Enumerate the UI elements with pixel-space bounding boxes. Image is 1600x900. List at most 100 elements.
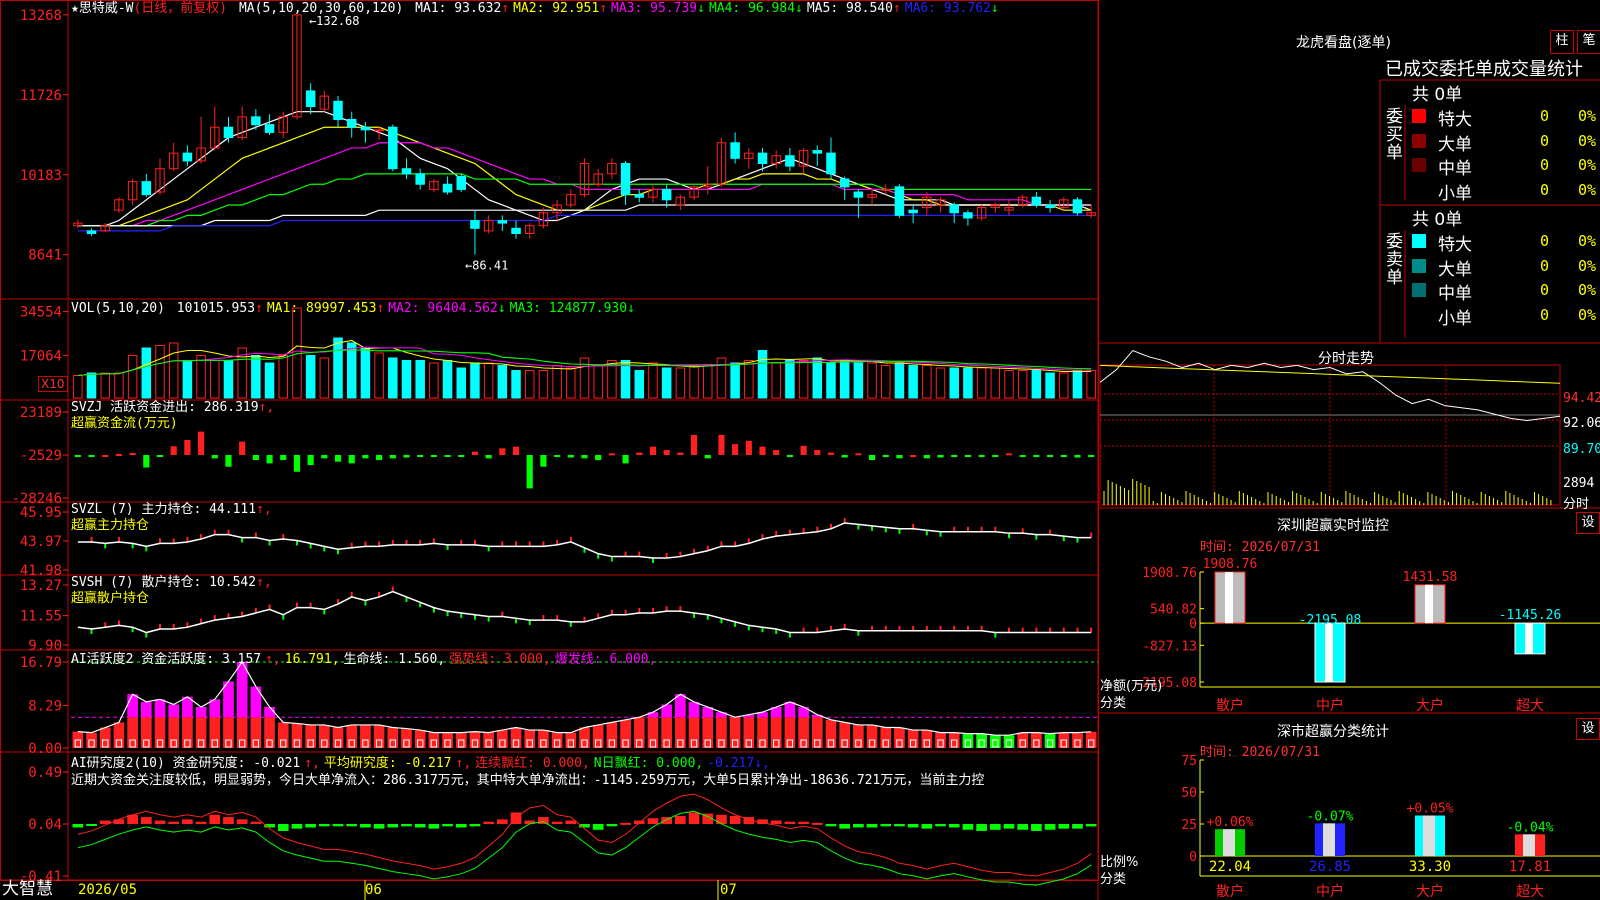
ai-hyd-header: AI活跃度2 资金活跃度: 3.157 ↑, 16.791, 生命线: 1.560, 强… [71,652,656,668]
volume-bar [744,360,754,399]
volume-bar [360,347,371,399]
vol-unit-badge[interactable]: X10 [38,376,68,392]
classify-time: 时间: 2026/07/31 [1200,745,1320,760]
intraday-tag[interactable]: 分时 [1563,493,1589,512]
ma-arrow-5: ↑ [892,1,901,16]
yjd-bar [401,824,412,827]
volume-bar [963,367,973,399]
classify-bar-散户 [1215,829,1245,856]
volume-bar [374,352,384,399]
ma-arrow-3: ↓ [697,1,705,16]
volume-bar [182,360,193,399]
ai-yjd-values: AI研究度2(10) 资金研究度: -0.021 ↑, 平均研究度: -0.217 ↑… [71,756,770,771]
vol-arrow-3: ↓ [497,301,506,316]
svzj-header: SVZJ 活跃资金进出: 286.319↑, 超赢资金流(万元) [71,400,274,432]
hyd-bar [291,723,303,748]
svzj-bar [690,434,698,456]
volume-bar [346,342,357,399]
hyd-bar [798,717,809,748]
hyd-bar [620,719,631,748]
volume-bar [648,362,658,399]
svsh-arrow: ↑, [256,575,272,590]
svzj-bar [978,455,985,458]
vol-value-2: MA1: 89997.453 [266,301,377,316]
ai-hyd-part-5: 强势线: 3.000, [449,652,551,667]
svzj-bar [951,455,958,458]
hyd-bar [907,730,919,748]
hyd-bar [332,727,344,748]
hyd-bar [825,719,837,748]
svzj-bar [1060,455,1067,458]
hyd-bar [113,722,125,748]
candle-body [511,227,521,234]
candle-body [305,90,316,107]
monitor-bar-shine [1325,623,1333,682]
volume-bar [922,365,932,399]
monitor-cat-3: 超大 [1516,698,1544,714]
sell-row-percent: 0% [1578,305,1597,324]
svzj-bar [198,431,205,456]
hyd-bar [99,727,111,748]
classify-settings-button[interactable]: 设 [1576,718,1600,740]
volume-bar [1004,370,1014,399]
vol-ytick-1: 17064 [20,348,62,364]
ma-arrow-6: ↓ [990,1,999,16]
svzj-bar [567,455,574,458]
classify-value-0: 22.04 [1209,859,1251,875]
yjd-bar [209,814,221,824]
yjd-bar [675,815,686,824]
monitor-bar-shine [1425,584,1433,624]
hyd-bar [606,722,618,748]
candle-body [881,188,891,191]
yjd-red-line [77,793,1092,877]
monitor-bar-中户 [1314,622,1346,683]
buy-row-percent: 0% [1578,156,1597,174]
volume-bar [168,342,179,399]
monitor-cat-0: 散户 [1216,697,1244,714]
svzj-bar [74,455,81,458]
tab-zhu[interactable]: 柱 [1550,30,1574,54]
monitor-settings-button[interactable]: 设 [1576,512,1600,534]
volume-bar [689,365,699,399]
svzj-bar [266,455,273,464]
svsh-subtitle: 超赢散户持仓 [71,591,150,606]
hyd-bar [524,730,536,748]
svzj-bar [841,455,848,458]
classify-ytick-3: 0 [1189,850,1197,865]
monitor-bar-超大 [1514,622,1546,655]
yjd-bar [455,824,467,828]
ai-yjd-part-1: AI研究度2(10) 资金研究度: -0.021 [71,756,301,771]
yjd-bar [291,824,303,829]
month-label-06: 06 [365,882,382,898]
volume-bar [251,355,261,399]
tab-bi[interactable]: 笔 [1577,30,1600,54]
yjd-ytick-1: 0.04 [28,817,62,833]
volume-bar [456,367,467,399]
ratio-label: 比例% [1100,855,1139,870]
ai-hyd-part-1: AI活跃度2 资金活跃度: 3.157 [71,652,262,667]
yjd-bar [428,824,440,829]
svzj-bar [88,455,95,458]
star-icon[interactable]: ★ [71,1,79,16]
classify-change-3: -0.04% [1507,820,1554,835]
volume-bar [388,357,398,399]
svzj-bar [923,455,930,459]
yjd-bar [907,824,919,828]
low-marker: ←86.41 [465,259,508,273]
intraday-title: 分时走势 [1318,351,1374,367]
candle-body [908,209,918,214]
yjd-bar [346,824,358,827]
ma-params: MA(5,10,20,30,60,120) [238,1,404,16]
hyd-bar [182,717,193,748]
period-label[interactable]: (日线，前复权) [133,1,227,16]
hyd-bar [688,717,700,748]
classify-value-3: 17.81 [1509,859,1551,875]
yjd-bar [1017,824,1029,830]
brand-label[interactable]: 大智慧 [2,879,53,900]
ai-yjd-part-3: 平均研究度: -0.217 [323,756,452,771]
k-ytick-2: 10183 [20,168,62,184]
svzj-bar [211,455,218,459]
monitor-title: 深圳超赢实时监控 [1277,518,1389,534]
svzj-bar [663,449,670,456]
hyd-bar [401,728,412,748]
